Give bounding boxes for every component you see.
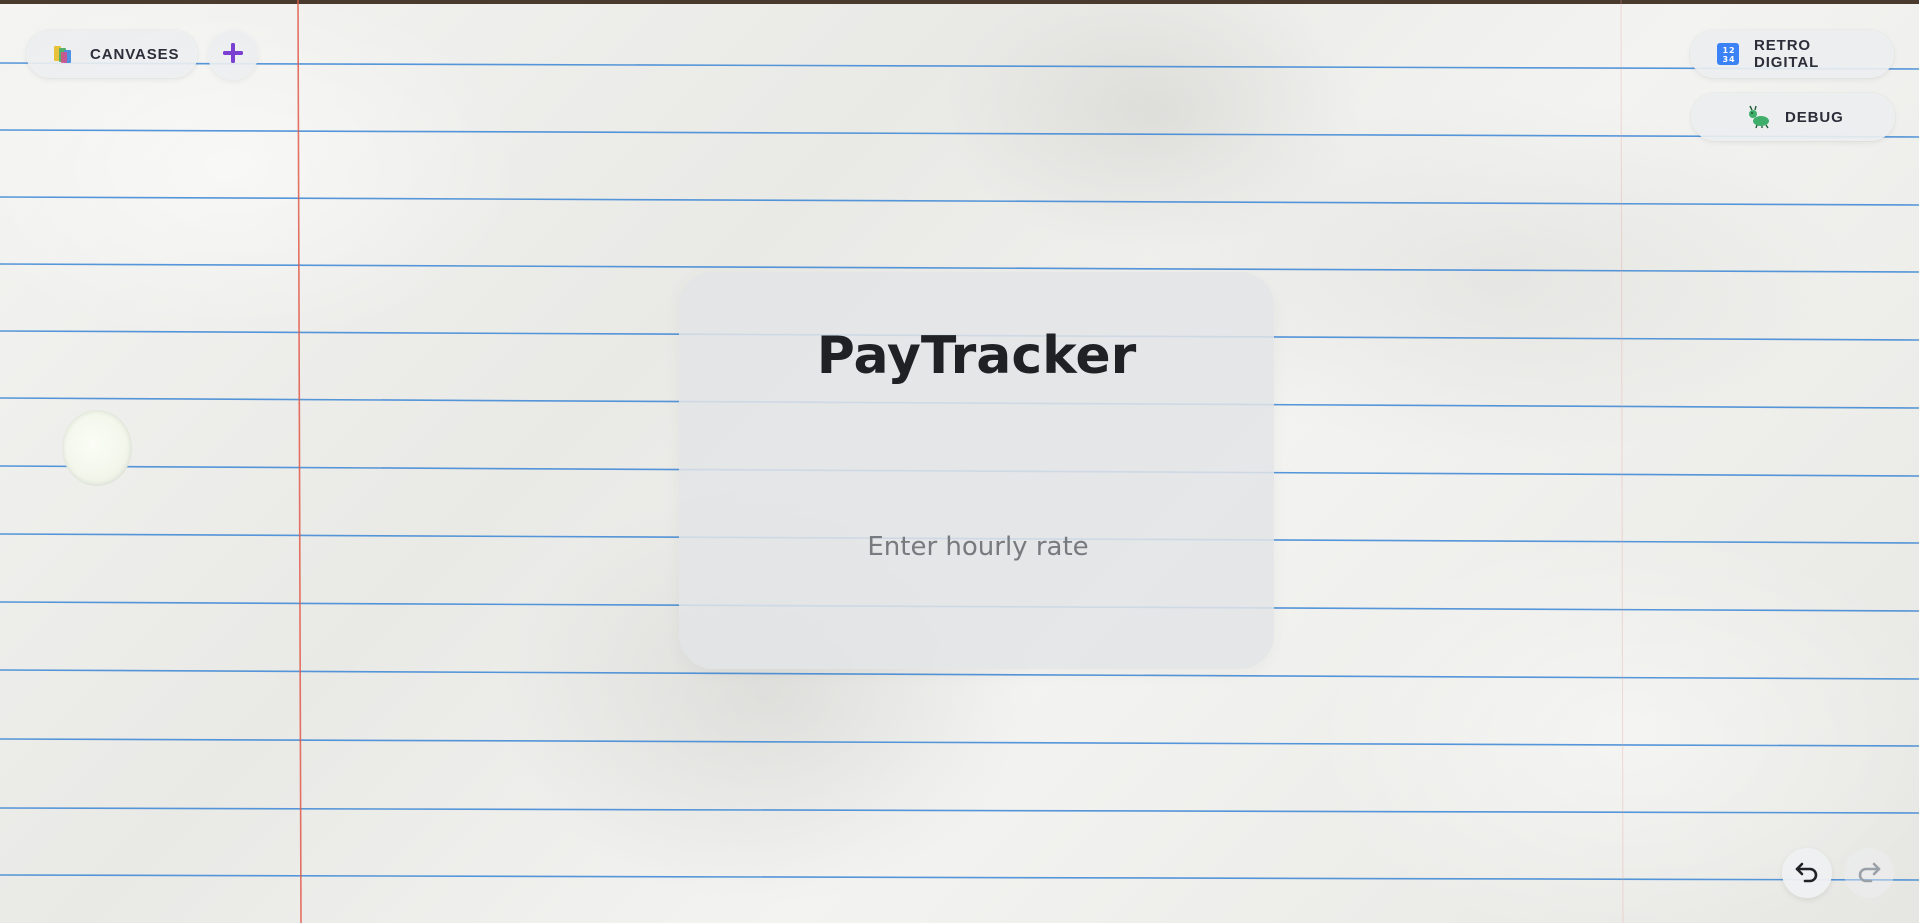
debug-label: DEBUG — [1785, 108, 1844, 126]
svg-text:12: 12 — [1723, 46, 1736, 55]
debug-button[interactable]: DEBUG — [1691, 93, 1895, 141]
bug-icon — [1747, 105, 1771, 129]
paytracker-card: PayTracker — [679, 272, 1274, 669]
undo-button[interactable] — [1782, 848, 1832, 898]
app-title: PayTracker — [816, 326, 1137, 386]
plus-icon — [221, 41, 245, 69]
books-icon — [52, 42, 76, 66]
punch-hole — [62, 410, 132, 486]
hourly-rate-input[interactable] — [776, 524, 1180, 570]
add-canvas-button[interactable] — [208, 30, 258, 80]
svg-text:34: 34 — [1723, 55, 1736, 64]
window-top-edge — [0, 0, 1919, 4]
canvases-label: CANVASES — [90, 45, 180, 63]
redo-button[interactable] — [1844, 848, 1894, 898]
input-numbers-icon: 12 34 — [1716, 42, 1740, 66]
retro-digital-label: RETRO DIGITAL — [1754, 37, 1820, 71]
retro-digital-button[interactable]: 12 34 RETRO DIGITAL — [1690, 30, 1894, 78]
redo-icon — [1855, 857, 1883, 889]
canvases-button[interactable]: CANVASES — [26, 30, 198, 78]
undo-icon — [1793, 857, 1821, 889]
